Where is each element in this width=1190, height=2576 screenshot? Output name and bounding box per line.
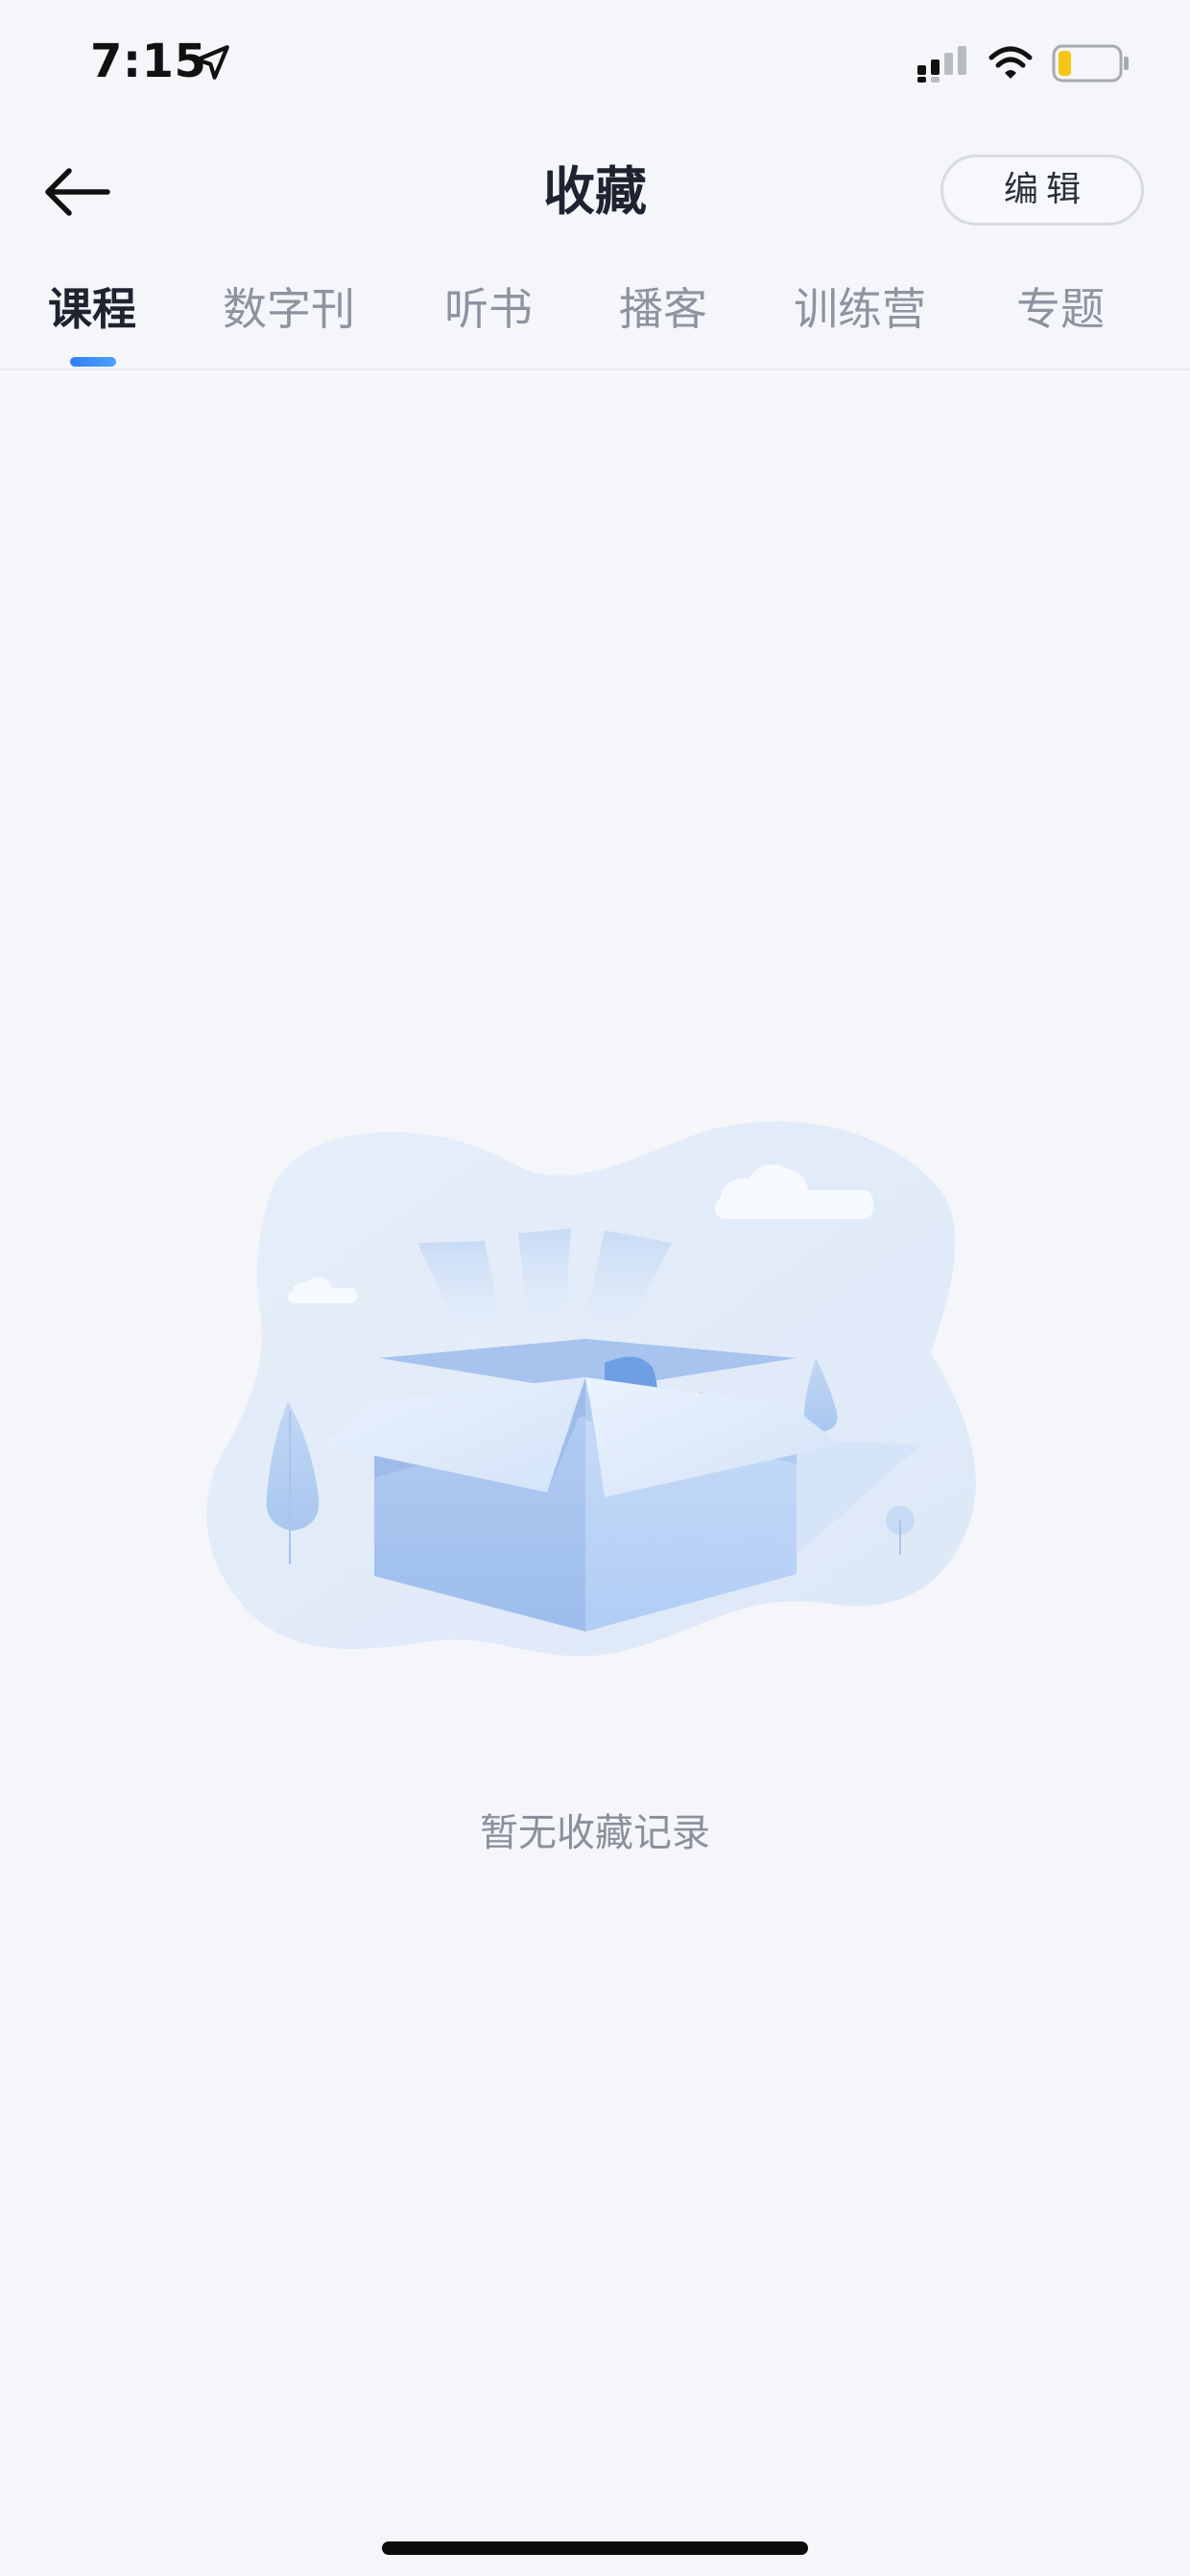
- cellular-signal-icon: [917, 46, 966, 83]
- tab-audiobooks[interactable]: 听书: [444, 278, 533, 340]
- empty-state-message: 暂无收藏记录: [480, 1811, 710, 1855]
- tab-training-camp[interactable]: 训练营: [794, 278, 926, 340]
- wifi-icon: [988, 46, 1033, 79]
- edit-button[interactable]: 编辑: [940, 155, 1144, 226]
- tab-topics[interactable]: 专题: [1016, 278, 1105, 340]
- navigation-bar: 收藏 编辑: [0, 134, 1190, 250]
- tab-courses[interactable]: 课程: [48, 278, 136, 340]
- home-indicator: [382, 2541, 808, 2555]
- category-tabs: 课程 数字刊 听书 播客 训练营 专题: [0, 269, 1190, 369]
- status-bar: 7:15: [0, 0, 1190, 125]
- active-tab-indicator: [70, 357, 116, 367]
- open-box-illustration: [206, 1121, 976, 1657]
- tab-podcasts[interactable]: 播客: [619, 278, 707, 340]
- tabs-divider: [0, 369, 1190, 370]
- tab-digital-magazine[interactable]: 数字刊: [223, 278, 355, 340]
- location-arrow-icon: [195, 45, 229, 80]
- battery-low-icon: [1052, 44, 1129, 83]
- favorites-screen: 7:15 收藏 编辑 课程 数字刊 听书 播客 训练营 专题 暂无收藏记录: [0, 0, 1190, 2576]
- status-time: 7:15: [90, 35, 207, 88]
